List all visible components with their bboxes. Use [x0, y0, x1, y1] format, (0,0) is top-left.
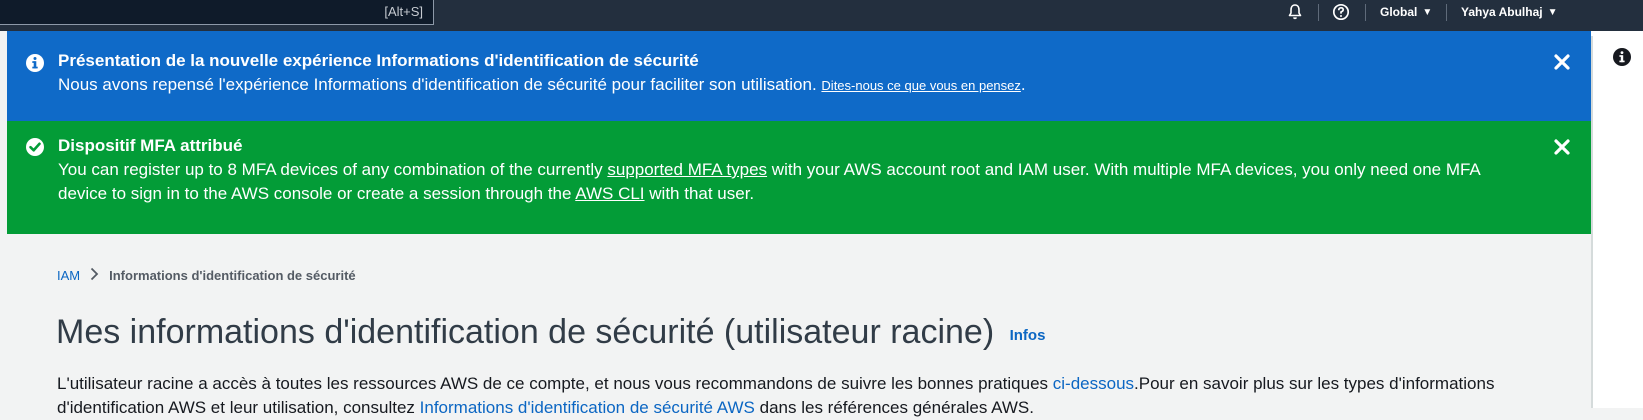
caret-down-icon: ▼: [1422, 7, 1433, 18]
flash-message-text: You can register up to 8 MFA devices of …: [58, 160, 603, 179]
flash-message: You can register up to 8 MFA devices of …: [58, 158, 1498, 206]
flash-title: Dispositif MFA attribué: [58, 136, 243, 155]
description-text: L'utilisateur racine a accès à toutes le…: [57, 374, 1049, 393]
check-circle-icon: [26, 138, 44, 156]
flash-mfa-assigned: Dispositif MFA attribué You can register…: [7, 121, 1591, 234]
best-practices-link[interactable]: ci-dessous: [1053, 374, 1134, 393]
breadcrumb: IAM Informations d'identification de séc…: [57, 267, 356, 284]
chevron-right-icon: [90, 267, 99, 284]
breadcrumb-current: Informations d'identification de sécurit…: [109, 268, 356, 283]
nav-divider: [1365, 4, 1366, 21]
help-side-panel: [1591, 31, 1643, 408]
search-shortcut-hint: [Alt+S]: [384, 4, 423, 19]
info-link[interactable]: Infos: [1010, 327, 1046, 344]
help-icon[interactable]: [1332, 3, 1350, 21]
feedback-link[interactable]: Dites-nous ce que vous en pensez: [821, 78, 1020, 93]
flash-message-tail: .: [1020, 75, 1026, 94]
page-description: L'utilisateur racine a accès à toutes le…: [57, 372, 1567, 420]
info-panel-icon[interactable]: [1612, 47, 1632, 67]
search-input[interactable]: [Alt+S]: [0, 0, 434, 25]
flash-message-text: Nous avons repensé l'expérience Informat…: [58, 75, 817, 94]
caret-down-icon: ▼: [1547, 7, 1558, 18]
side-panel-border: [1591, 36, 1593, 408]
aws-cli-link[interactable]: AWS CLI: [575, 184, 644, 203]
flash-message-text: with that user.: [649, 184, 755, 203]
region-menu[interactable]: Global ▼: [1380, 5, 1432, 19]
user-name: Yahya Abulhaj: [1461, 5, 1543, 19]
page-title: Mes informations d'identification de séc…: [56, 313, 1045, 352]
close-icon[interactable]: [1553, 53, 1571, 71]
region-label: Global: [1380, 5, 1418, 19]
flash-message: Nous avons repensé l'expérience Informat…: [58, 73, 1498, 98]
nav-divider: [1446, 4, 1447, 21]
top-navigation: [Alt+S] Global ▼ Yahya Abulhaj ▼: [0, 0, 1643, 31]
supported-mfa-types-link[interactable]: supported MFA types: [607, 160, 767, 179]
info-icon: [26, 54, 44, 72]
account-menu[interactable]: Yahya Abulhaj ▼: [1461, 5, 1558, 19]
breadcrumb-iam-link[interactable]: IAM: [57, 268, 80, 283]
close-icon[interactable]: [1553, 138, 1571, 156]
flash-new-experience: Présentation de la nouvelle expérience I…: [7, 31, 1591, 121]
flash-title: Présentation de la nouvelle expérience I…: [58, 51, 699, 70]
nav-divider: [1318, 4, 1319, 21]
bell-icon[interactable]: [1286, 3, 1304, 21]
page-title-text: Mes informations d'identification de séc…: [56, 313, 995, 351]
